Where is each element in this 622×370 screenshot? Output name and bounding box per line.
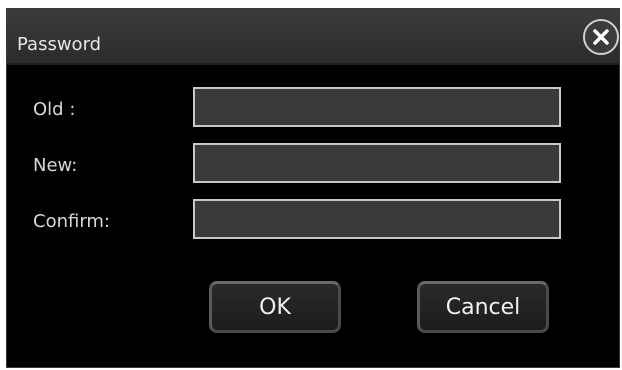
new-password-label: New: bbox=[33, 155, 78, 176]
confirm-password-label: Confirm: bbox=[33, 211, 111, 232]
dialog-titlebar: Password bbox=[7, 9, 619, 65]
ok-button[interactable]: OK bbox=[209, 281, 341, 333]
cancel-button[interactable]: Cancel bbox=[417, 281, 549, 333]
confirm-password-field[interactable] bbox=[193, 199, 561, 239]
close-icon bbox=[592, 28, 610, 46]
new-password-field[interactable] bbox=[193, 143, 561, 183]
password-dialog: Password Old : New: Confirm: OK Cancel bbox=[6, 8, 620, 368]
dialog-title: Password bbox=[17, 34, 102, 55]
close-button[interactable] bbox=[583, 19, 619, 55]
old-password-field[interactable] bbox=[193, 87, 561, 127]
old-password-label: Old : bbox=[33, 99, 76, 120]
